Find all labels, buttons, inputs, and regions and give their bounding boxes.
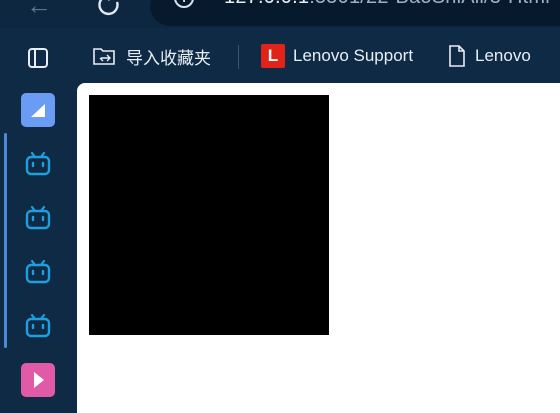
bookmark-lenovo[interactable]: Lenovo: [447, 36, 531, 76]
url-text[interactable]: 127.0.0.1:5501/22-BaoShiAll/3-Html: [224, 0, 550, 9]
back-button[interactable]: ←: [26, 0, 56, 20]
site-info-icon[interactable]: i: [174, 0, 194, 8]
sidebar-item-bilibili-1[interactable]: [20, 146, 56, 182]
url-host: 127.0.0.1: [224, 0, 309, 8]
bookmarks-separator: [238, 45, 239, 69]
sidebar-item-bilibili-3[interactable]: [20, 254, 56, 290]
bilibili-icon: [25, 205, 51, 230]
bookmark-label: 导入收藏夹: [126, 48, 211, 68]
page-icon: [447, 44, 467, 68]
tab-icon: [28, 48, 48, 68]
bookmark-label: Lenovo Support: [293, 46, 414, 65]
black-square: [89, 95, 329, 335]
bilibili-icon: [25, 313, 51, 338]
browser-toolbar: ← i 127.0.0.1:5501/22-BaoShiAll/3-Html: [0, 0, 560, 28]
app-icon: [21, 93, 55, 127]
bilibili-icon: [25, 151, 51, 176]
sidebar-active-rail: [4, 133, 7, 348]
address-bar[interactable]: i 127.0.0.1:5501/22-BaoShiAll/3-Html: [150, 0, 560, 26]
bookmark-import-favorites[interactable]: 导入收藏夹: [92, 36, 211, 76]
reload-button[interactable]: [95, 0, 125, 20]
bilibili-icon: [25, 259, 51, 284]
reload-icon: [98, 0, 119, 16]
sidebar-item-tab-actions[interactable]: [20, 40, 56, 76]
back-arrow-icon: ←: [26, 0, 52, 20]
bookmark-lenovo-support[interactable]: L Lenovo Support: [261, 36, 413, 76]
bookmarks-bar: 导入收藏夹 L Lenovo Support Lenovo: [77, 36, 560, 76]
url-path: :5501/22-BaoShiAll/3-Html: [309, 0, 550, 8]
sidebar-item-bilibili-4[interactable]: [20, 308, 56, 344]
sidebar-item-bilibili-2[interactable]: [20, 200, 56, 236]
play-icon: [21, 363, 55, 397]
bookmark-label: Lenovo: [475, 46, 531, 65]
sidebar-item-app[interactable]: [20, 92, 56, 128]
import-folder-icon: [92, 44, 118, 68]
sidebar: [0, 28, 77, 413]
sidebar-item-media[interactable]: [20, 362, 56, 398]
page-viewport: [77, 83, 560, 413]
lenovo-logo-icon: L: [261, 44, 285, 68]
